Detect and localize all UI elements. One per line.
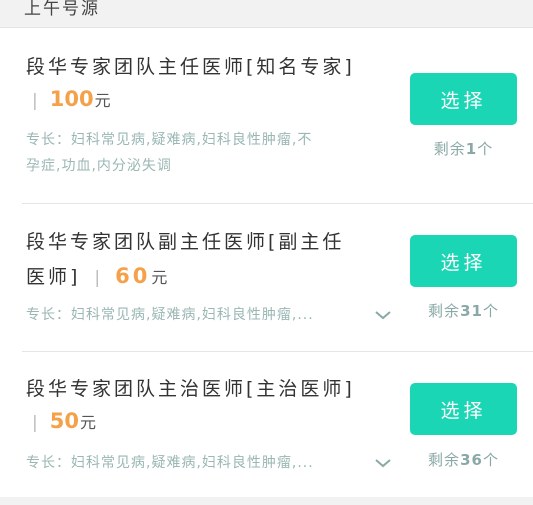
remaining-count: 剩余36个 [410, 449, 517, 470]
price-unit: 元 [151, 268, 171, 287]
doctor-name: 段华专家团队副主任医师[副主任 医师] | 60 元 [26, 225, 344, 295]
specialty-text: 专长：妇科常见病,疑难病,妇科良性肿瘤,... [26, 307, 314, 323]
remaining-number: 31 [460, 302, 483, 320]
doctor-card: 段华专家团队副主任医师[副主任 医师] | 60 元 专长：妇科常见病,疑难病,… [22, 205, 533, 352]
price-value: 100 [49, 87, 94, 111]
doctor-name-line: 段华专家团队副主任医师[副主任 [26, 231, 345, 253]
doctor-name: 段华专家团队主治医师[主治医师] [26, 378, 355, 400]
select-button[interactable]: 选择 [410, 235, 517, 287]
remaining-count: 剩余31个 [410, 300, 517, 321]
doctor-card: 段华专家团队主任医师[知名专家] | 100 元 专长：妇科常见病,疑难病,妇科… [22, 29, 533, 204]
remaining-suffix: 个 [482, 451, 499, 469]
section-title: 上午号源 [24, 0, 100, 19]
remaining-prefix: 剩余 [433, 140, 466, 158]
remaining-number: 1 [465, 140, 478, 158]
specialty-text: 专长：妇科常见病,疑难病,妇科良性肿瘤,不 孕症,功血,内分泌失调 [26, 127, 312, 179]
price-unit: 元 [94, 91, 111, 110]
remaining-prefix: 剩余 [428, 451, 461, 469]
doctor-card: 段华专家团队主治医师[主治医师] | 50 元 专长：妇科常见病,疑难病,妇科良… [22, 353, 533, 497]
price-row: | 100 元 [26, 87, 111, 111]
price-separator: | [32, 413, 38, 433]
chevron-down-icon[interactable] [374, 454, 392, 472]
price-separator: | [94, 268, 104, 288]
chevron-down-icon[interactable] [374, 306, 392, 324]
select-button[interactable]: 选择 [410, 383, 517, 435]
remaining-count: 剩余1个 [410, 138, 517, 159]
price-row: | 50 元 [26, 409, 96, 433]
remaining-suffix: 个 [477, 140, 494, 158]
specialty-line: 孕症,功血,内分泌失调 [26, 158, 172, 174]
name-price-row: 医师] | 60 元 [26, 259, 344, 295]
price-unit: 元 [79, 413, 96, 432]
remaining-prefix: 剩余 [428, 302, 461, 320]
specialty-text: 专长：妇科常见病,疑难病,妇科良性肿瘤,... [26, 455, 314, 471]
remaining-number: 36 [460, 451, 483, 469]
doctor-name: 段华专家团队主任医师[知名专家] [26, 56, 355, 78]
select-button[interactable]: 选择 [410, 73, 517, 125]
doctor-name-line: 医师] [26, 266, 81, 288]
price-separator: | [32, 91, 38, 111]
specialty-line: 专长：妇科常见病,疑难病,妇科良性肿瘤,不 [26, 132, 313, 148]
bottom-divider [0, 497, 533, 505]
price-value: 60 [115, 264, 151, 288]
price-value: 50 [49, 409, 79, 433]
section-header: 上午号源 [0, 0, 533, 28]
remaining-suffix: 个 [482, 302, 499, 320]
